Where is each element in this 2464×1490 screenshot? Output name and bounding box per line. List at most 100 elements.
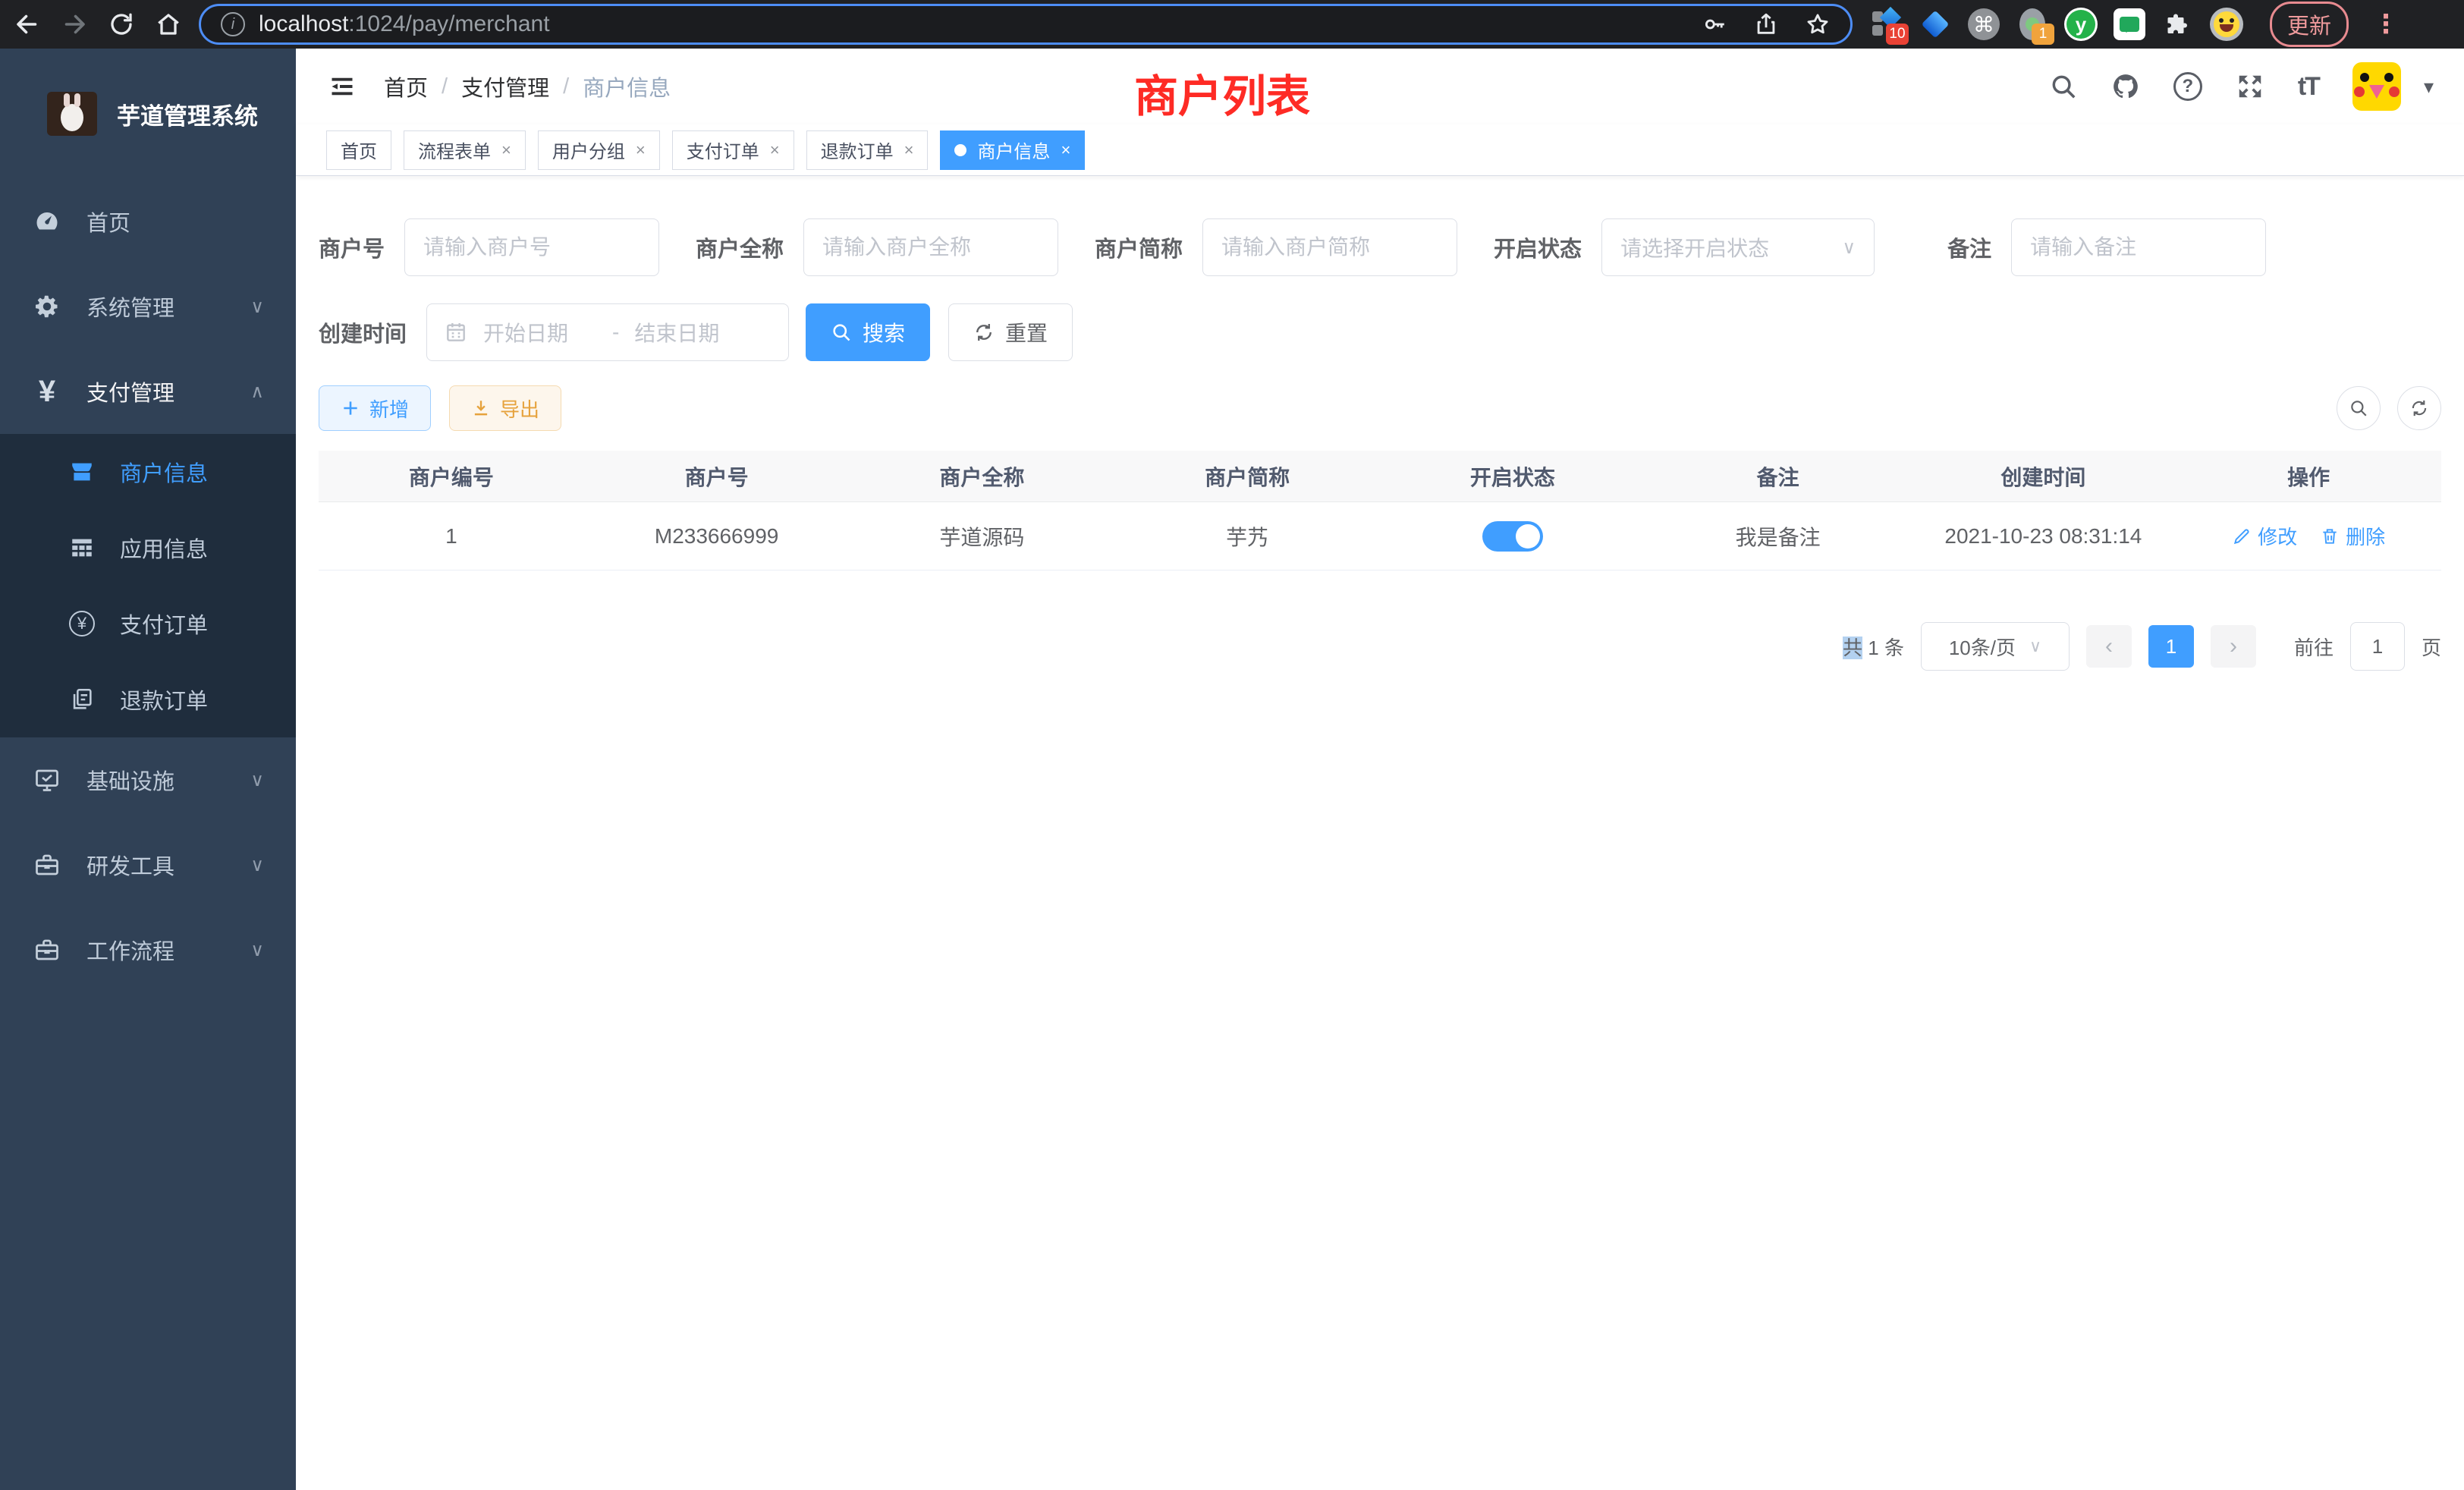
tab-pay-order[interactable]: 支付订单 × (672, 130, 794, 170)
cell-merchant-id: 1 (319, 524, 584, 549)
extension-profile-icon[interactable]: 1 (2015, 7, 2050, 42)
close-icon[interactable]: × (501, 140, 511, 160)
chevron-down-icon: ∨ (1842, 237, 1856, 259)
help-icon[interactable]: ? (2173, 72, 2202, 101)
pagination: 共 1 条 10条/页 ∨ ‹ 1 › 前往 页 (319, 622, 2441, 671)
tab-user-group[interactable]: 用户分组 × (538, 130, 660, 170)
back-icon[interactable] (14, 11, 41, 38)
browser-update-button[interactable]: 更新 (2270, 2, 2349, 47)
extension-badge: 10 (1886, 24, 1909, 45)
toggle-search-icon[interactable] (2337, 386, 2381, 430)
gear-icon (32, 293, 62, 320)
sidebar-item-pay[interactable]: ¥ 支付管理 ∧ (0, 349, 296, 434)
extension-command-icon[interactable]: ⌘ (1966, 7, 2001, 42)
extension-kite-icon[interactable] (1918, 7, 1953, 42)
search-icon[interactable] (2049, 72, 2078, 101)
search-button[interactable]: 搜索 (806, 303, 930, 361)
breadcrumb-separator: / (442, 74, 448, 99)
briefcase-icon (32, 936, 62, 963)
tab-process-form[interactable]: 流程表单 × (404, 130, 526, 170)
sidebar-logo: 芋道管理系统 (0, 49, 296, 179)
sidebar-item-workflow[interactable]: 工作流程 ∨ (0, 907, 296, 992)
browser-avatar-icon[interactable] (2209, 7, 2244, 42)
page-size-select[interactable]: 10条/页 ∨ (1921, 622, 2070, 671)
sidebar-item-home[interactable]: 首页 (0, 179, 296, 264)
delete-button[interactable]: 删除 (2320, 522, 2385, 550)
status-select[interactable]: 请选择开启状态 ∨ (1601, 218, 1875, 276)
avatar-caret-icon[interactable]: ▾ (2424, 75, 2434, 99)
sidebar-item-refund-order[interactable]: 退款订单 (0, 662, 296, 737)
full-name-input[interactable] (803, 218, 1058, 276)
page-header: 首页 / 支付管理 / 商户信息 商户列表 ? tT ▾ (296, 49, 2464, 124)
sidebar-item-merchant-info[interactable]: 商户信息 (0, 434, 296, 510)
chevron-down-icon: ∨ (250, 939, 264, 961)
home-icon[interactable] (155, 11, 182, 38)
breadcrumb-home[interactable]: 首页 (384, 71, 428, 102)
breadcrumb-current: 商户信息 (583, 71, 671, 102)
close-icon[interactable]: × (904, 140, 914, 160)
breadcrumb-pay[interactable]: 支付管理 (461, 71, 549, 102)
merchant-no-input[interactable] (404, 218, 659, 276)
close-icon[interactable]: × (1061, 140, 1070, 160)
goto-page-input[interactable] (2350, 622, 2405, 671)
merchant-no-label: 商户号 (319, 231, 385, 263)
remark-input[interactable] (2011, 218, 2266, 276)
col-create-time: 创建时间 (1911, 461, 2176, 492)
yen-icon: ¥ (32, 376, 62, 407)
short-name-input[interactable] (1202, 218, 1457, 276)
export-button[interactable]: 导出 (449, 385, 561, 431)
sidebar-item-pay-order[interactable]: ¥ 支付订单 (0, 586, 296, 662)
font-size-icon[interactable]: tT (2298, 72, 2319, 102)
sidebar-item-infra[interactable]: 基础设施 ∨ (0, 737, 296, 822)
extension-yudao-icon[interactable]: y (2063, 7, 2098, 42)
col-short-name: 商户简称 (1114, 461, 1380, 492)
tab-merchant-info[interactable]: 商户信息 × (940, 130, 1085, 170)
merchant-table: 商户编号 商户号 商户全称 商户简称 开启状态 备注 创建时间 操作 1 M23… (319, 451, 2441, 571)
github-icon[interactable] (2111, 72, 2140, 101)
reset-button[interactable]: 重置 (948, 303, 1073, 361)
share-icon[interactable] (1753, 11, 1779, 37)
extension-chat-icon[interactable] (2112, 7, 2147, 42)
tab-refund-order[interactable]: 退款订单 × (806, 130, 929, 170)
filter-row-2: 创建时间 开始日期 - 结束日期 搜索 重置 (319, 303, 2441, 361)
cell-create-time: 2021-10-23 08:31:14 (1911, 524, 2176, 549)
date-separator: - (612, 320, 619, 344)
add-button[interactable]: 新增 (319, 385, 431, 431)
next-page-button[interactable]: › (2211, 625, 2256, 668)
sidebar-submenu-pay: 商户信息 应用信息 ¥ 支付订单 退款订单 (0, 434, 296, 737)
yen-circle-icon: ¥ (67, 611, 97, 637)
password-key-icon[interactable] (1702, 11, 1727, 37)
status-toggle[interactable] (1482, 521, 1543, 552)
active-dot-icon (954, 144, 966, 156)
page-number-1[interactable]: 1 (2148, 625, 2194, 668)
sidebar-collapse-icon[interactable] (326, 73, 358, 100)
refresh-icon[interactable] (2397, 386, 2441, 430)
sidebar-item-app-info[interactable]: 应用信息 (0, 510, 296, 586)
reload-icon[interactable] (108, 11, 135, 38)
table-toolbar: 新增 导出 (319, 385, 2441, 431)
close-icon[interactable]: × (770, 140, 780, 160)
prev-page-button[interactable]: ‹ (2086, 625, 2132, 668)
content: 商户号 商户全称 商户简称 开启状态 请选择开启状态 ∨ 备注 (296, 176, 2464, 1490)
forward-icon[interactable] (61, 11, 88, 38)
tab-home[interactable]: 首页 (326, 130, 391, 170)
url-bar[interactable]: i localhost:1024/pay/merchant (199, 4, 1853, 45)
fullscreen-icon[interactable] (2236, 72, 2264, 101)
site-info-icon[interactable]: i (221, 12, 245, 36)
extensions-puzzle-icon[interactable] (2161, 7, 2195, 42)
sidebar-item-dev-tools[interactable]: 研发工具 ∨ (0, 822, 296, 907)
document-copy-icon (67, 687, 97, 712)
sidebar-item-system[interactable]: 系统管理 ∨ (0, 264, 296, 349)
full-name-label: 商户全称 (696, 231, 784, 263)
extension-cosmos-icon[interactable]: 10 (1869, 7, 1904, 42)
browser-nav-buttons (14, 11, 182, 38)
close-icon[interactable]: × (636, 140, 646, 160)
edit-button[interactable]: 修改 (2232, 522, 2297, 550)
grid-icon (67, 535, 97, 561)
col-merchant-id: 商户编号 (319, 461, 584, 492)
col-remark: 备注 (1645, 461, 1911, 492)
browser-menu-icon[interactable]: ⋮ (2373, 9, 2400, 39)
user-avatar[interactable] (2352, 62, 2401, 111)
bookmark-star-icon[interactable] (1805, 11, 1831, 37)
create-time-range-picker[interactable]: 开始日期 - 结束日期 (426, 303, 789, 361)
